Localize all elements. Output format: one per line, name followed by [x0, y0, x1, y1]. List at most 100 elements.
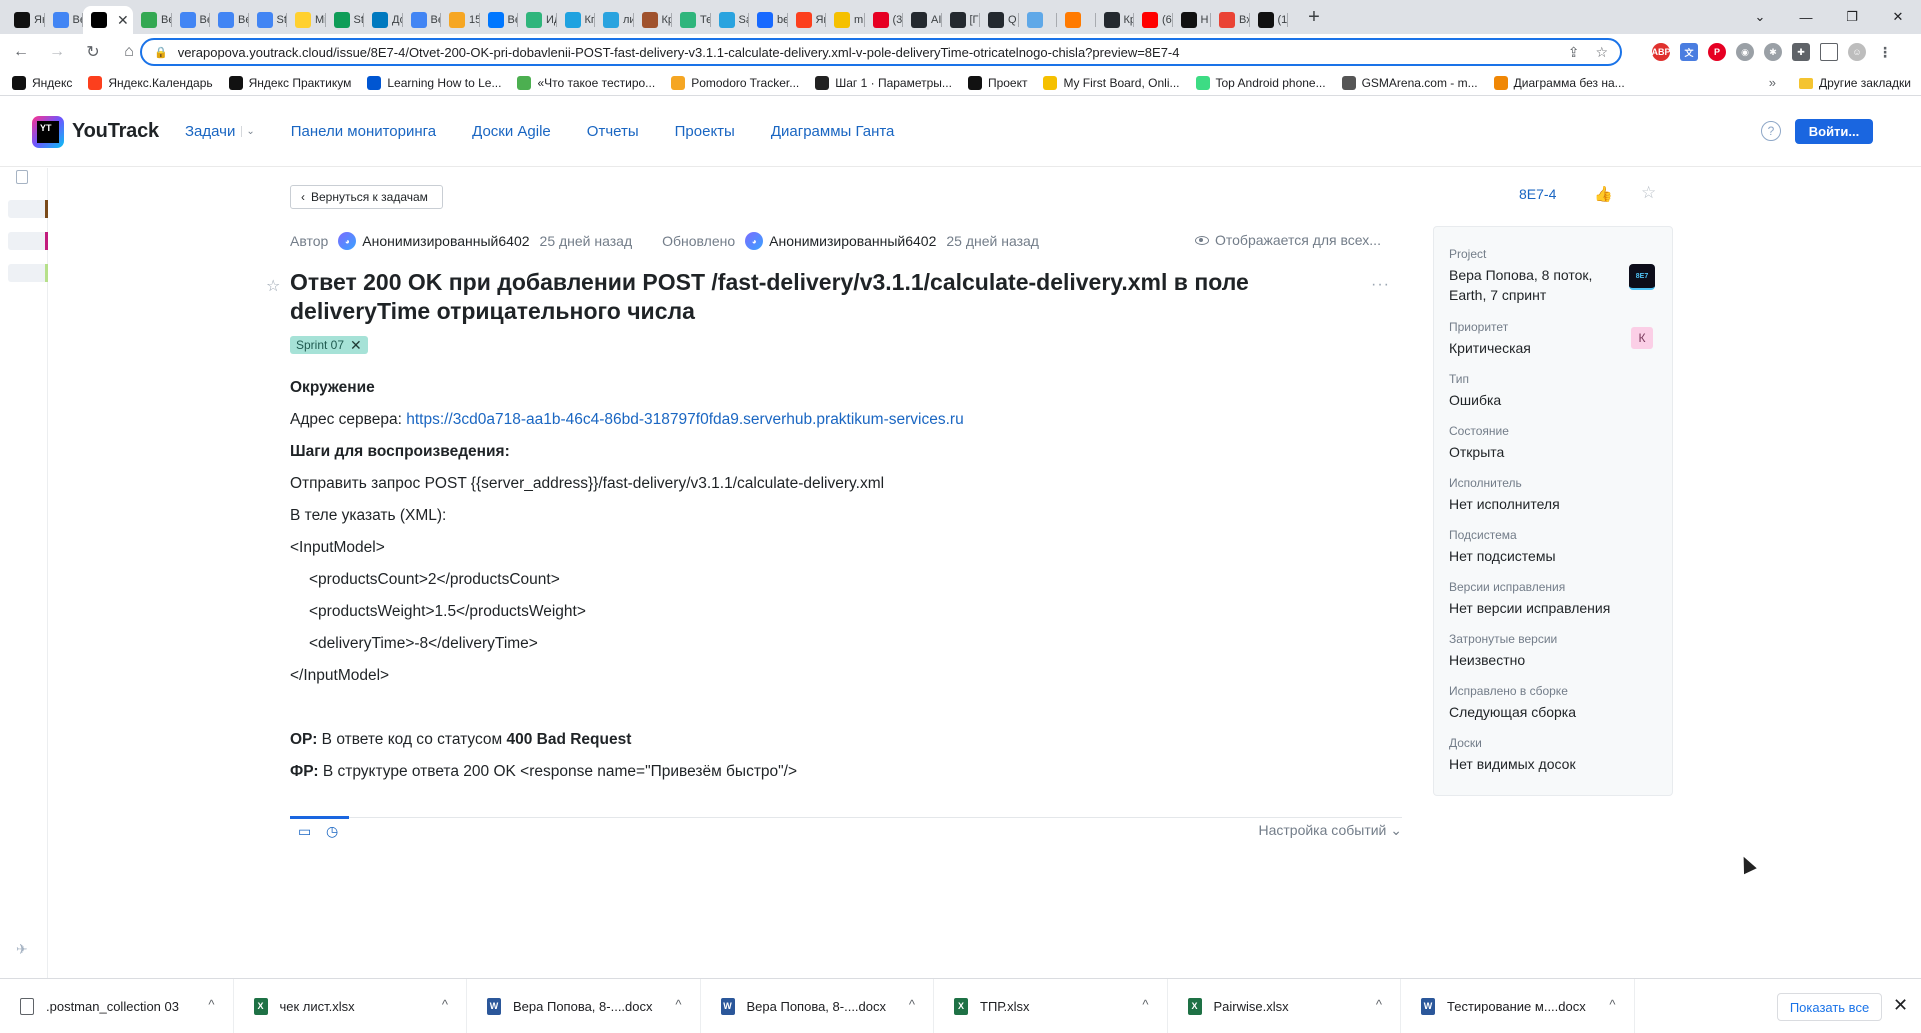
other-bookmarks[interactable]: Другие закладки	[1799, 70, 1911, 96]
bookmark-item[interactable]: Яндекс Практикум	[228, 75, 351, 90]
sidebar-saved-search[interactable]	[8, 200, 48, 218]
download-item[interactable]: W Вера Попова, 8-....docx ^	[467, 978, 701, 1033]
browser-tab[interactable]: St	[326, 6, 365, 34]
back-arrow-icon[interactable]: ←	[6, 37, 36, 67]
field-boards[interactable]: Доски Нет видимых досок	[1449, 736, 1576, 774]
browser-tab[interactable]: Кр	[1096, 6, 1134, 34]
extension-tool-icon[interactable]: ✱	[1764, 43, 1782, 61]
browser-tab[interactable]: AI	[903, 6, 942, 34]
field-subsystem[interactable]: Подсистема Нет подсистемы	[1449, 528, 1556, 566]
field-project[interactable]: Project Вера Попова, 8 поток, Earth, 7 с…	[1449, 247, 1609, 305]
chevron-up-icon[interactable]: ^	[1376, 997, 1382, 1012]
remove-tag-icon[interactable]: ✕	[350, 337, 362, 354]
login-button[interactable]: Войти...	[1795, 119, 1873, 144]
pin-icon[interactable]: ✈	[16, 941, 28, 958]
browser-tab[interactable]	[1057, 6, 1096, 34]
chevron-down-icon[interactable]: ⌄	[241, 126, 255, 137]
field-fix-versions[interactable]: Версии исправления Нет версии исправлени…	[1449, 580, 1610, 618]
download-item[interactable]: W Тестирование м....docx ^	[1401, 978, 1635, 1033]
browser-tab[interactable]: Ве	[45, 6, 83, 34]
youtrack-logo[interactable]: YT YouTrack	[32, 115, 159, 148]
chevron-up-icon[interactable]: ^	[1609, 997, 1615, 1012]
new-tab-button[interactable]: +	[1302, 6, 1326, 29]
translate-extension-icon[interactable]: 文	[1680, 43, 1698, 61]
field-priority[interactable]: Приоритет Критическая	[1449, 320, 1531, 358]
bookmarks-overflow-icon[interactable]: »	[1769, 75, 1776, 90]
bookmark-item[interactable]: Pomodoro Tracker...	[671, 75, 799, 90]
browser-tab[interactable]: St	[249, 6, 288, 34]
sidebar-saved-search[interactable]	[8, 232, 48, 250]
bookmark-item[interactable]: GSMArena.com - m...	[1341, 75, 1478, 90]
browser-tab[interactable]: До	[364, 6, 403, 34]
download-item[interactable]: Xчек лист.xlsx ^	[234, 978, 467, 1033]
back-to-issues-button[interactable]: ‹ Вернуться к задачам	[290, 185, 443, 209]
field-fixed-in-build[interactable]: Исправлено в сборке Следующая сборка	[1449, 684, 1576, 722]
minimize-icon[interactable]: —	[1783, 0, 1829, 34]
visibility-indicator[interactable]: Отображается для всех...	[1195, 232, 1381, 248]
bookmark-item[interactable]: Шаг 1 · Параметры...	[815, 75, 952, 90]
profile-avatar-icon[interactable]: ☺	[1848, 43, 1866, 61]
lock-icon[interactable]: 🔒	[154, 46, 168, 59]
server-url-link[interactable]: https://3cd0a718-aa1b-46c4-86bd-318797f0…	[406, 411, 963, 428]
browser-tab[interactable]: Ян	[788, 6, 826, 34]
updater-name[interactable]: Анонимизированный6402	[769, 233, 936, 249]
sprint-tag[interactable]: Sprint 07 ✕	[290, 336, 368, 354]
browser-tab[interactable]: m	[826, 6, 865, 34]
sidebar-saved-search[interactable]	[8, 264, 48, 282]
pinterest-extension-icon[interactable]: P	[1708, 43, 1726, 61]
close-tab-icon[interactable]: ✕	[117, 12, 129, 29]
forward-arrow-icon[interactable]: →	[42, 37, 72, 67]
browser-tab[interactable]: Ве	[133, 6, 172, 34]
browser-tab[interactable]: Ян	[6, 6, 45, 34]
adblock-extension-icon[interactable]: ABP	[1652, 43, 1671, 61]
browser-tab[interactable]: Ве	[210, 6, 249, 34]
nav-gantt-charts[interactable]: Диаграммы Ганта	[771, 123, 895, 140]
comments-icon[interactable]: ▭	[298, 823, 311, 840]
browser-tab[interactable]: Ве	[172, 6, 210, 34]
browser-tab[interactable]: Ве	[480, 6, 518, 34]
extensions-puzzle-icon[interactable]: ✚	[1792, 43, 1810, 61]
browser-tab[interactable]: Sa	[711, 6, 749, 34]
browser-menu-icon[interactable]: ⋮	[1876, 43, 1894, 61]
browser-tab[interactable]: ли	[595, 6, 634, 34]
browser-tab[interactable]: (6	[1134, 6, 1173, 34]
field-affected-versions[interactable]: Затронутые версии Неизвестно	[1449, 632, 1557, 670]
document-icon[interactable]	[16, 170, 28, 184]
browser-tab[interactable]: Вх	[1211, 6, 1250, 34]
chevron-up-icon[interactable]: ^	[909, 997, 915, 1012]
nav-issues[interactable]: Задачи ⌄	[185, 123, 255, 140]
help-icon[interactable]: ?	[1761, 121, 1781, 141]
browser-tab[interactable]: Ид	[518, 6, 557, 34]
side-panel-icon[interactable]	[1820, 43, 1838, 61]
bookmark-item[interactable]: Яндекс.Календарь	[88, 75, 213, 90]
download-item[interactable]: .postman_collection 03 ^	[0, 978, 234, 1033]
nav-agile-boards[interactable]: Доски Agile	[472, 123, 551, 140]
bookmark-item[interactable]: Яндекс	[12, 75, 72, 90]
browser-tab[interactable]: Те	[672, 6, 711, 34]
close-window-icon[interactable]: ✕	[1875, 0, 1921, 34]
bookmark-item[interactable]: Learning How to Le...	[367, 75, 501, 90]
extension-gray-icon[interactable]: ◉	[1736, 43, 1754, 61]
close-downloads-icon[interactable]: ✕	[1893, 995, 1908, 1016]
star-icon[interactable]: ☆	[1641, 183, 1656, 203]
browser-tab[interactable]: Н	[1173, 6, 1212, 34]
vote-thumb-icon[interactable]: 👍	[1594, 185, 1613, 203]
issue-id[interactable]: 8E7-4	[1519, 186, 1556, 202]
title-star-icon[interactable]: ☆	[266, 276, 280, 296]
author-name[interactable]: Анонимизированный6402	[362, 233, 529, 249]
browser-tab[interactable]: Q	[980, 6, 1019, 34]
browser-tab[interactable]: Кг	[557, 6, 596, 34]
download-item[interactable]: X ТПР.xlsx ^	[934, 978, 1168, 1033]
browser-tab[interactable]: ✕	[83, 6, 133, 34]
bookmark-item[interactable]: My First Board, Onli...	[1043, 75, 1180, 90]
chevron-up-icon[interactable]: ^	[1142, 997, 1148, 1012]
address-bar[interactable]: 🔒 verapopova.youtrack.cloud/issue/8E7-4/…	[140, 38, 1622, 66]
download-item[interactable]: W Вера Попова, 8-....docx ^	[701, 978, 934, 1033]
chevron-up-icon[interactable]: ^	[208, 997, 214, 1012]
restore-icon[interactable]: ❐	[1829, 0, 1875, 34]
share-icon[interactable]: ⇪	[1568, 44, 1580, 61]
tab-search-icon[interactable]: ⌄	[1737, 0, 1783, 34]
bookmark-item[interactable]: Проект	[967, 75, 1027, 90]
chevron-up-icon[interactable]: ^	[675, 997, 681, 1012]
chevron-up-icon[interactable]: ^	[442, 997, 448, 1012]
